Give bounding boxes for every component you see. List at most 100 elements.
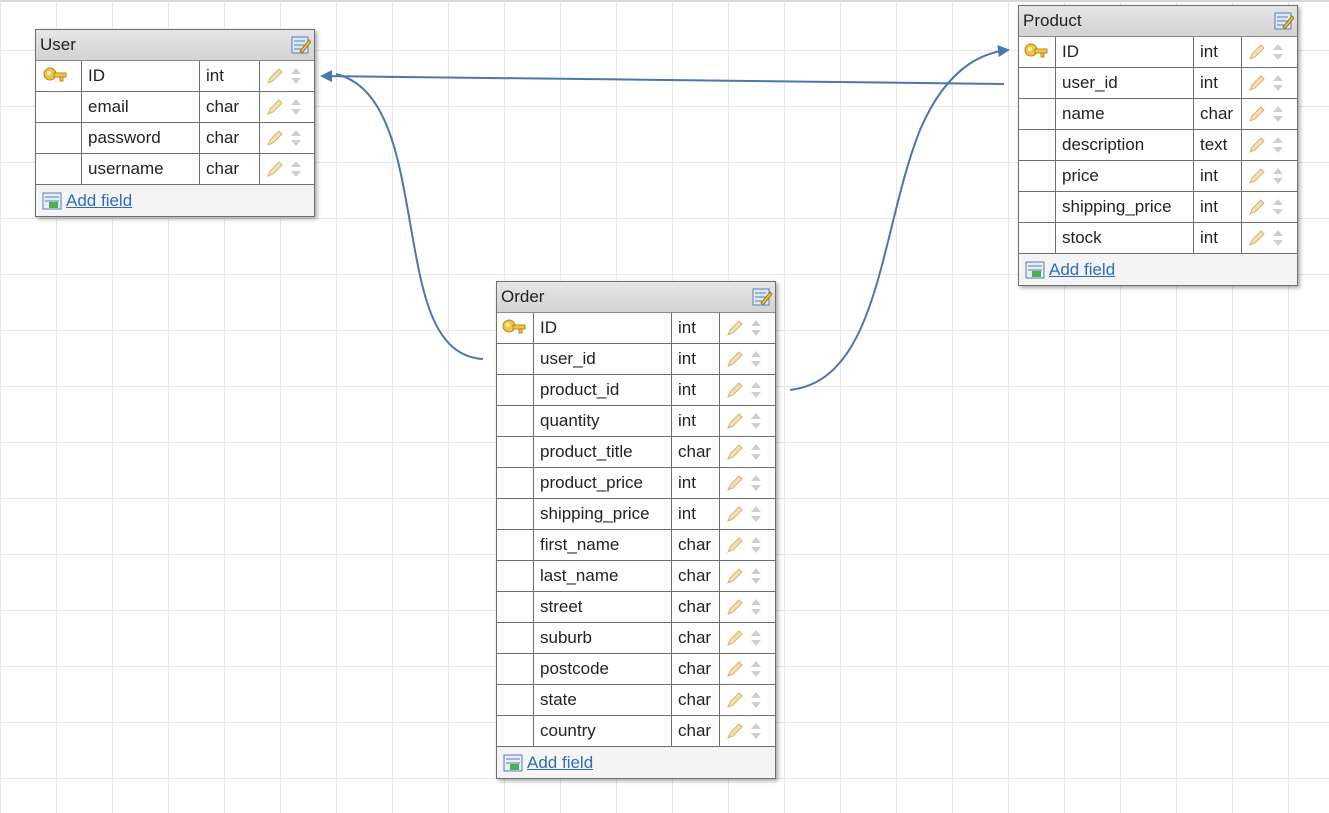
add-field-link[interactable]: Add field (527, 747, 593, 778)
move-arrows-icon[interactable] (750, 319, 762, 337)
move-arrows-icon[interactable] (750, 350, 762, 368)
field-type: char (1194, 99, 1242, 129)
table-row[interactable]: user_id int (497, 344, 775, 375)
table-row[interactable]: quantity int (497, 406, 775, 437)
table-product[interactable]: Product ID int user_id int name char des… (1018, 5, 1298, 286)
move-arrows-icon[interactable] (750, 660, 762, 678)
table-row[interactable]: ID int (1019, 37, 1297, 68)
table-row[interactable]: description text (1019, 130, 1297, 161)
move-arrows-icon[interactable] (1272, 105, 1284, 123)
table-row[interactable]: product_id int (497, 375, 775, 406)
table-row[interactable]: ID int (36, 61, 314, 92)
table-row[interactable]: suburb char (497, 623, 775, 654)
table-row[interactable]: state char (497, 685, 775, 716)
move-arrows-icon[interactable] (1272, 136, 1284, 154)
table-user[interactable]: User ID int email char password char use… (35, 29, 315, 217)
move-arrows-icon[interactable] (750, 567, 762, 585)
move-arrows-icon[interactable] (1272, 43, 1284, 61)
pencil-icon[interactable] (726, 443, 744, 461)
pencil-icon[interactable] (726, 505, 744, 523)
table-header[interactable]: User (36, 30, 314, 61)
move-arrows-icon[interactable] (1272, 167, 1284, 185)
table-footer: Add field (497, 747, 775, 778)
pencil-icon[interactable] (726, 381, 744, 399)
pencil-icon[interactable] (1248, 136, 1266, 154)
add-field-icon[interactable] (503, 754, 523, 772)
table-row[interactable]: user_id int (1019, 68, 1297, 99)
pencil-icon[interactable] (1248, 167, 1266, 185)
table-row[interactable]: postcode char (497, 654, 775, 685)
pencil-icon[interactable] (266, 98, 284, 116)
pencil-icon[interactable] (1248, 198, 1266, 216)
table-row[interactable]: password char (36, 123, 314, 154)
pencil-icon[interactable] (1248, 74, 1266, 92)
add-field-icon[interactable] (1025, 261, 1045, 279)
pencil-icon[interactable] (726, 722, 744, 740)
pencil-icon[interactable] (726, 567, 744, 585)
pencil-icon[interactable] (266, 160, 284, 178)
move-arrows-icon[interactable] (750, 598, 762, 616)
move-arrows-icon[interactable] (750, 474, 762, 492)
table-row[interactable]: product_title char (497, 437, 775, 468)
pencil-icon[interactable] (726, 536, 744, 554)
move-arrows-icon[interactable] (290, 98, 302, 116)
pencil-icon[interactable] (726, 598, 744, 616)
move-arrows-icon[interactable] (1272, 198, 1284, 216)
table-row[interactable]: price int (1019, 161, 1297, 192)
add-field-link[interactable]: Add field (66, 185, 132, 216)
relation-order-product[interactable] (789, 45, 1010, 391)
move-arrows-icon[interactable] (750, 629, 762, 647)
edit-table-icon[interactable] (1274, 11, 1294, 31)
key-cell (497, 499, 534, 529)
pencil-icon[interactable] (266, 67, 284, 85)
table-row[interactable]: email char (36, 92, 314, 123)
move-arrows-icon[interactable] (750, 443, 762, 461)
diagram-canvas[interactable]: User ID int email char password char use… (0, 0, 1329, 813)
table-row[interactable]: name char (1019, 99, 1297, 130)
pencil-icon[interactable] (266, 129, 284, 147)
table-row[interactable]: first_name char (497, 530, 775, 561)
field-actions (260, 123, 302, 153)
relation-order-user[interactable] (335, 73, 484, 360)
move-arrows-icon[interactable] (750, 412, 762, 430)
edit-table-icon[interactable] (752, 287, 772, 307)
pencil-icon[interactable] (1248, 105, 1266, 123)
move-arrows-icon[interactable] (290, 160, 302, 178)
move-arrows-icon[interactable] (1272, 229, 1284, 247)
pencil-icon[interactable] (726, 691, 744, 709)
table-row[interactable]: shipping_price int (1019, 192, 1297, 223)
add-field-link[interactable]: Add field (1049, 254, 1115, 285)
pencil-icon[interactable] (726, 629, 744, 647)
move-arrows-icon[interactable] (750, 536, 762, 554)
pencil-icon[interactable] (1248, 43, 1266, 61)
relation-product-user[interactable] (320, 70, 1005, 85)
field-type: int (1194, 68, 1242, 98)
table-header[interactable]: Product (1019, 6, 1297, 37)
edit-table-icon[interactable] (291, 35, 311, 55)
move-arrows-icon[interactable] (750, 505, 762, 523)
add-field-icon[interactable] (42, 192, 62, 210)
pencil-icon[interactable] (726, 474, 744, 492)
table-header[interactable]: Order (497, 282, 775, 313)
pencil-icon[interactable] (726, 350, 744, 368)
table-row[interactable]: product_price int (497, 468, 775, 499)
move-arrows-icon[interactable] (750, 722, 762, 740)
table-row[interactable]: street char (497, 592, 775, 623)
move-arrows-icon[interactable] (290, 129, 302, 147)
move-arrows-icon[interactable] (750, 691, 762, 709)
table-row[interactable]: last_name char (497, 561, 775, 592)
pencil-icon[interactable] (726, 660, 744, 678)
table-row[interactable]: stock int (1019, 223, 1297, 254)
table-row[interactable]: username char (36, 154, 314, 185)
field-type: int (1194, 223, 1242, 253)
move-arrows-icon[interactable] (750, 381, 762, 399)
table-row[interactable]: shipping_price int (497, 499, 775, 530)
table-row[interactable]: ID int (497, 313, 775, 344)
table-order[interactable]: Order ID int user_id int product_id int … (496, 281, 776, 779)
pencil-icon[interactable] (726, 412, 744, 430)
move-arrows-icon[interactable] (1272, 74, 1284, 92)
pencil-icon[interactable] (726, 319, 744, 337)
table-row[interactable]: country char (497, 716, 775, 747)
move-arrows-icon[interactable] (290, 67, 302, 85)
pencil-icon[interactable] (1248, 229, 1266, 247)
